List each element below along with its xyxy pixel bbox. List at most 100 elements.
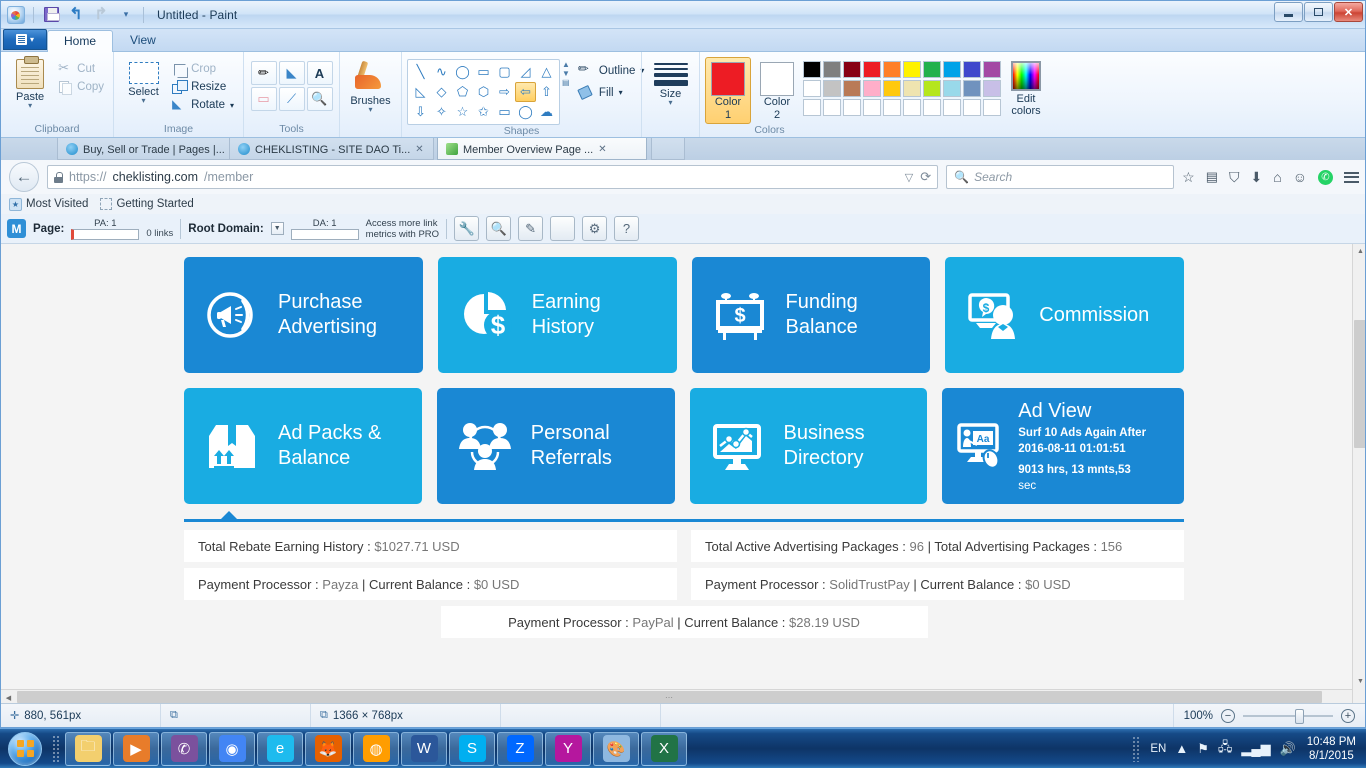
palette-swatch-2-5[interactable] xyxy=(903,99,921,116)
palette-swatch-2-3[interactable] xyxy=(863,99,881,116)
close-tab-icon[interactable]: ✕ xyxy=(598,144,606,155)
taskbar-item-windows-explorer[interactable]: 🗀 xyxy=(65,731,111,766)
zoom-control[interactable]: 100% − + xyxy=(1174,708,1365,724)
autocomplete-dropdown-icon[interactable]: ▽ xyxy=(905,171,913,184)
shape-oval-callout[interactable]: ◯ xyxy=(515,102,536,122)
palette-swatch-2-4[interactable] xyxy=(883,99,901,116)
palette-swatch-2-6[interactable] xyxy=(923,99,941,116)
hamburger-menu-icon[interactable] xyxy=(1344,171,1359,183)
taskbar-item-internet-explorer[interactable]: e xyxy=(257,731,303,766)
browser-tab-2[interactable]: CHEKLISTING - SITE DAO Ti... ✕ xyxy=(229,138,434,160)
shape-diagonal-triangle[interactable]: ◺ xyxy=(410,82,431,102)
taskbar-item-microsoft-word[interactable]: W xyxy=(401,731,447,766)
shape-pentagon[interactable]: ⬠ xyxy=(452,82,473,102)
chevron-down-icon[interactable]: ▾ xyxy=(619,88,623,97)
downloads-icon[interactable]: ⬇ xyxy=(1251,169,1263,186)
paste-button[interactable]: Paste ▾ xyxy=(6,56,54,110)
palette-swatch-1-2[interactable] xyxy=(843,80,861,97)
save-icon[interactable] xyxy=(40,4,62,26)
pocket-icon[interactable]: ⛉ xyxy=(1229,169,1240,186)
shape-oval[interactable]: ◯ xyxy=(452,62,473,82)
reading-list-icon[interactable]: ▤ xyxy=(1206,169,1218,185)
shape-curve[interactable]: ∿ xyxy=(431,62,452,82)
palette-swatch-0-2[interactable] xyxy=(843,61,861,78)
palette-swatch-0-5[interactable] xyxy=(903,61,921,78)
taskbar-item-mozilla-firefox[interactable]: 🦊 xyxy=(305,731,351,766)
shape-right-arrow[interactable]: ⇨ xyxy=(494,82,515,102)
palette-swatch-0-9[interactable] xyxy=(983,61,1001,78)
shape-diamond[interactable]: ◇ xyxy=(431,82,452,102)
file-menu-button[interactable]: ▾ xyxy=(3,29,47,50)
paint-app-icon[interactable] xyxy=(5,4,27,26)
action-center-icon[interactable]: ⚑ xyxy=(1197,741,1209,757)
moz-logo-icon[interactable]: M xyxy=(7,219,26,238)
color1-button[interactable]: Color 1 xyxy=(705,57,751,124)
palette-swatch-0-8[interactable] xyxy=(963,61,981,78)
palette-swatch-1-5[interactable] xyxy=(903,80,921,97)
shape-rounded-callout[interactable]: ▭ xyxy=(494,102,515,122)
palette-swatch-2-1[interactable] xyxy=(823,99,841,116)
page-horizontal-scrollbar[interactable]: ◀ ⋯ xyxy=(1,689,1352,703)
taskbar-item-viber[interactable]: ✆ xyxy=(161,731,207,766)
fill-button[interactable]: Fill ▾ xyxy=(578,85,644,100)
palette-swatch-0-0[interactable] xyxy=(803,61,821,78)
url-bar[interactable]: https:// cheklisting.com/member ▽ ⟳ xyxy=(47,165,939,189)
shape-rectangle[interactable]: ▭ xyxy=(473,62,494,82)
select-button[interactable]: Select ▾ xyxy=(119,57,168,105)
taskbar-item-google-chrome[interactable]: ◉ xyxy=(209,731,255,766)
reload-icon[interactable]: ⟳ xyxy=(920,169,931,185)
help-icon[interactable]: ? xyxy=(614,216,640,241)
page-icon[interactable] xyxy=(550,216,576,241)
brushes-button[interactable]: Brushes ▾ xyxy=(345,57,396,114)
scroll-up-icon[interactable]: ▲ xyxy=(562,60,570,69)
volume-icon[interactable]: 🔊 xyxy=(1280,741,1296,757)
magnifier-icon[interactable]: 🔍 xyxy=(486,216,512,241)
search-input[interactable]: 🔍 Search xyxy=(946,165,1175,189)
palette-swatch-2-9[interactable] xyxy=(983,99,1001,116)
edit-colors-button[interactable]: Edit colors xyxy=(1005,57,1047,117)
page-vertical-scrollbar[interactable]: ▲ ▼ xyxy=(1352,244,1365,703)
tile-earning-history[interactable]: $ Earning History xyxy=(437,257,677,373)
shape-up-arrow[interactable]: ⇧ xyxy=(536,82,557,102)
shape-cloud-callout[interactable]: ☁ xyxy=(536,102,557,122)
whatsapp-icon[interactable]: ✆ xyxy=(1318,169,1333,185)
wrench-icon[interactable]: 🔧 xyxy=(454,216,480,241)
horizontal-scroll-thumb[interactable]: ⋯ xyxy=(17,691,1322,703)
palette-swatch-1-6[interactable] xyxy=(923,80,941,97)
back-button[interactable]: ← xyxy=(9,162,39,192)
paint-canvas[interactable]: Buy, Sell or Trade | Pages |... ✕ CHEKLI… xyxy=(1,138,1365,703)
palette-swatch-2-2[interactable] xyxy=(843,99,861,116)
tab-view[interactable]: View xyxy=(113,29,173,51)
browser-tab-1[interactable]: Buy, Sell or Trade | Pages |... ✕ xyxy=(57,138,257,160)
zoom-in-button[interactable]: + xyxy=(1341,708,1355,723)
taskbar-item-paint[interactable]: 🎨 xyxy=(593,731,639,766)
bookmark-star-icon[interactable]: ☆ xyxy=(1182,169,1195,186)
zoom-out-button[interactable]: − xyxy=(1221,708,1235,723)
scroll-down-icon[interactable]: ▼ xyxy=(1353,674,1365,689)
shape-left-arrow[interactable]: ⇦ xyxy=(515,82,536,102)
chevron-down-icon[interactable]: ▾ xyxy=(142,97,146,105)
palette-swatch-1-4[interactable] xyxy=(883,80,901,97)
tile-business-directory[interactable]: Business Directory xyxy=(689,388,928,504)
bookmark-getting-started[interactable]: Getting Started xyxy=(100,198,194,210)
language-indicator[interactable]: EN xyxy=(1150,743,1166,755)
shapes-scrollbar[interactable]: ▲ ▼ ▤ xyxy=(560,57,572,90)
taskbar-item-microsoft-excel[interactable]: X xyxy=(641,731,687,766)
shape-rounded-rectangle[interactable]: ▢ xyxy=(494,62,515,82)
shape-six-point-star[interactable]: ✩ xyxy=(473,102,494,122)
pencil-icon[interactable]: ✏ xyxy=(250,61,277,85)
tile-funding-balance[interactable]: $ Funding Balance xyxy=(691,257,931,373)
palette-swatch-1-7[interactable] xyxy=(943,80,961,97)
shapes-expand-icon[interactable]: ▤ xyxy=(562,78,570,87)
show-hidden-icons-icon[interactable]: ▲ xyxy=(1175,741,1188,756)
chevron-down-icon[interactable]: ▾ xyxy=(668,99,672,107)
shape-four-point-star[interactable]: ✧ xyxy=(431,102,452,122)
palette-swatch-0-3[interactable] xyxy=(863,61,881,78)
tray-grip[interactable] xyxy=(1132,735,1142,762)
cut-button[interactable]: Cut xyxy=(54,60,108,77)
palette-swatch-2-7[interactable] xyxy=(943,99,961,116)
resize-button[interactable]: Resize xyxy=(168,79,238,95)
redo-icon[interactable]: ↱ xyxy=(90,4,112,26)
network-icon[interactable]: 🖧 xyxy=(1218,738,1233,760)
chevron-down-icon[interactable]: ▾ xyxy=(28,102,32,110)
